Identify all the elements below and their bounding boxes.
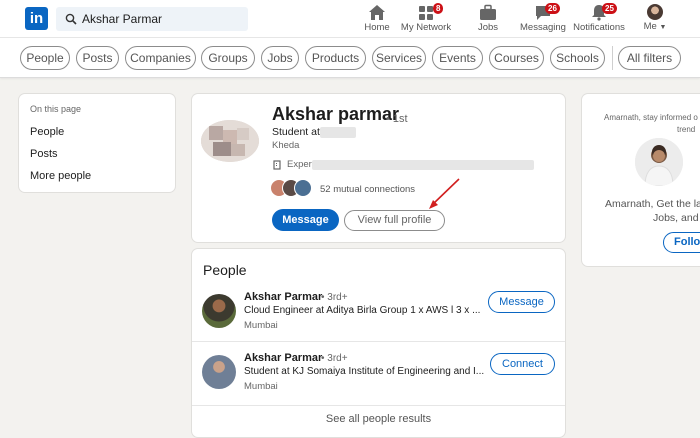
search-icon (65, 13, 77, 25)
person-location: Mumbai (244, 320, 278, 331)
profile-degree: • 1st (386, 113, 408, 125)
person-name[interactable]: Akshar Parmar (244, 352, 322, 364)
search-filter-bar: People Posts Companies Groups Jobs Produ… (0, 38, 700, 78)
person-avatar[interactable] (202, 355, 236, 389)
suggestion-headline-2: Jobs, and (653, 212, 699, 224)
all-filters-button[interactable]: All filters (618, 46, 681, 70)
person-photo-icon (635, 138, 683, 186)
mutual-avatar (294, 179, 312, 197)
person-headline: Cloud Engineer at Aditya Birla Group 1 x… (244, 305, 481, 316)
list-item: Akshar Parmar • 3rd+ Student at KJ Somai… (192, 347, 565, 409)
profile-experience: Exper (287, 159, 312, 170)
profile-photo[interactable] (201, 120, 259, 162)
on-this-page-card: On this page People Posts More people (19, 94, 175, 192)
follow-button[interactable]: Follo (663, 232, 700, 253)
on-page-link-people[interactable]: People (30, 126, 64, 138)
profile-headline: Student at (272, 126, 320, 138)
follow-suggestion-card: Amarnath, stay informed o trend Amarnath… (582, 94, 700, 266)
building-icon (273, 160, 281, 170)
notifications-badge: 25 (602, 3, 617, 14)
on-page-link-more-people[interactable]: More people (30, 170, 91, 182)
nav-my-network-label: My Network (400, 22, 452, 33)
person-location: Mumbai (244, 381, 278, 392)
profile-location: Kheda (272, 140, 300, 151)
messaging-badge: 26 (545, 3, 560, 14)
filter-services[interactable]: Services (372, 46, 426, 70)
nav-jobs[interactable]: Jobs (458, 4, 518, 36)
redacted-experience (312, 160, 534, 170)
nav-jobs-label: Jobs (477, 22, 499, 33)
view-full-profile-button[interactable]: View full profile (344, 210, 445, 231)
person-headline: Student at KJ Somaiya Institute of Engin… (244, 366, 485, 377)
filter-groups[interactable]: Groups (201, 46, 255, 70)
suggestion-text-2: trend (677, 125, 696, 134)
on-page-link-posts[interactable]: Posts (30, 148, 58, 160)
nav-notifications[interactable]: 25 Notifications (569, 3, 629, 36)
filter-events[interactable]: Events (432, 46, 483, 70)
nav-messaging[interactable]: 26 Messaging (513, 3, 573, 36)
profile-name[interactable]: Akshar parmar (272, 104, 399, 125)
search-input[interactable]: Akshar Parmar (56, 7, 248, 31)
person-degree: • 3rd+ (321, 353, 348, 364)
top-profile-card: Akshar parmar • 1st Student at Kheda Exp… (192, 94, 565, 242)
filter-companies[interactable]: Companies (125, 46, 196, 70)
filter-posts[interactable]: Posts (76, 46, 119, 70)
redacted-headline (320, 127, 356, 138)
mutual-connections-link[interactable]: 52 mutual connections (320, 184, 415, 195)
search-value: Akshar Parmar (82, 12, 163, 26)
nav-my-network[interactable]: 8 My Network (396, 3, 456, 36)
filter-people[interactable]: People (20, 46, 70, 70)
suggestion-text: Amarnath, stay informed o (604, 113, 698, 122)
linkedin-logo-icon[interactable]: in (25, 7, 48, 30)
suggestion-headline: Amarnath, Get the la (605, 198, 700, 210)
people-section-title: People (203, 262, 247, 278)
suggestion-avatar[interactable] (635, 138, 683, 186)
person-name[interactable]: Akshar Parmar (244, 291, 322, 303)
filter-divider (612, 46, 613, 70)
person-degree: • 3rd+ (321, 292, 348, 303)
jobs-icon (480, 4, 496, 20)
red-arrow-annotation-icon (429, 178, 460, 209)
message-person-button[interactable]: Message (488, 291, 555, 313)
people-results-card: People Akshar Parmar • 3rd+ Cloud Engine… (192, 249, 565, 437)
nav-me[interactable]: Me ▼ (625, 4, 685, 36)
network-badge: 8 (433, 3, 444, 14)
me-avatar (647, 4, 663, 20)
filter-products[interactable]: Products (305, 46, 366, 70)
divider (192, 405, 565, 406)
filter-courses[interactable]: Courses (489, 46, 544, 70)
connect-button[interactable]: Connect (490, 353, 555, 375)
message-button[interactable]: Message (272, 209, 339, 231)
list-item: Akshar Parmar • 3rd+ Cloud Engineer at A… (192, 286, 565, 348)
blurred-photo-icon (201, 120, 259, 162)
nav-messaging-label: Messaging (520, 22, 566, 33)
filter-schools[interactable]: Schools (550, 46, 605, 70)
top-navigation-bar: in Akshar Parmar Home 8 My Network Jobs … (0, 0, 700, 38)
home-icon (369, 5, 385, 20)
chevron-down-icon: ▼ (659, 24, 667, 31)
on-this-page-title: On this page (30, 104, 82, 114)
nav-notifications-label: Notifications (573, 22, 625, 33)
see-all-people-link[interactable]: See all people results (192, 413, 565, 425)
person-avatar[interactable] (202, 294, 236, 328)
divider (192, 341, 565, 342)
filter-jobs[interactable]: Jobs (261, 46, 299, 70)
nav-me-label: Me ▼ (643, 21, 667, 32)
